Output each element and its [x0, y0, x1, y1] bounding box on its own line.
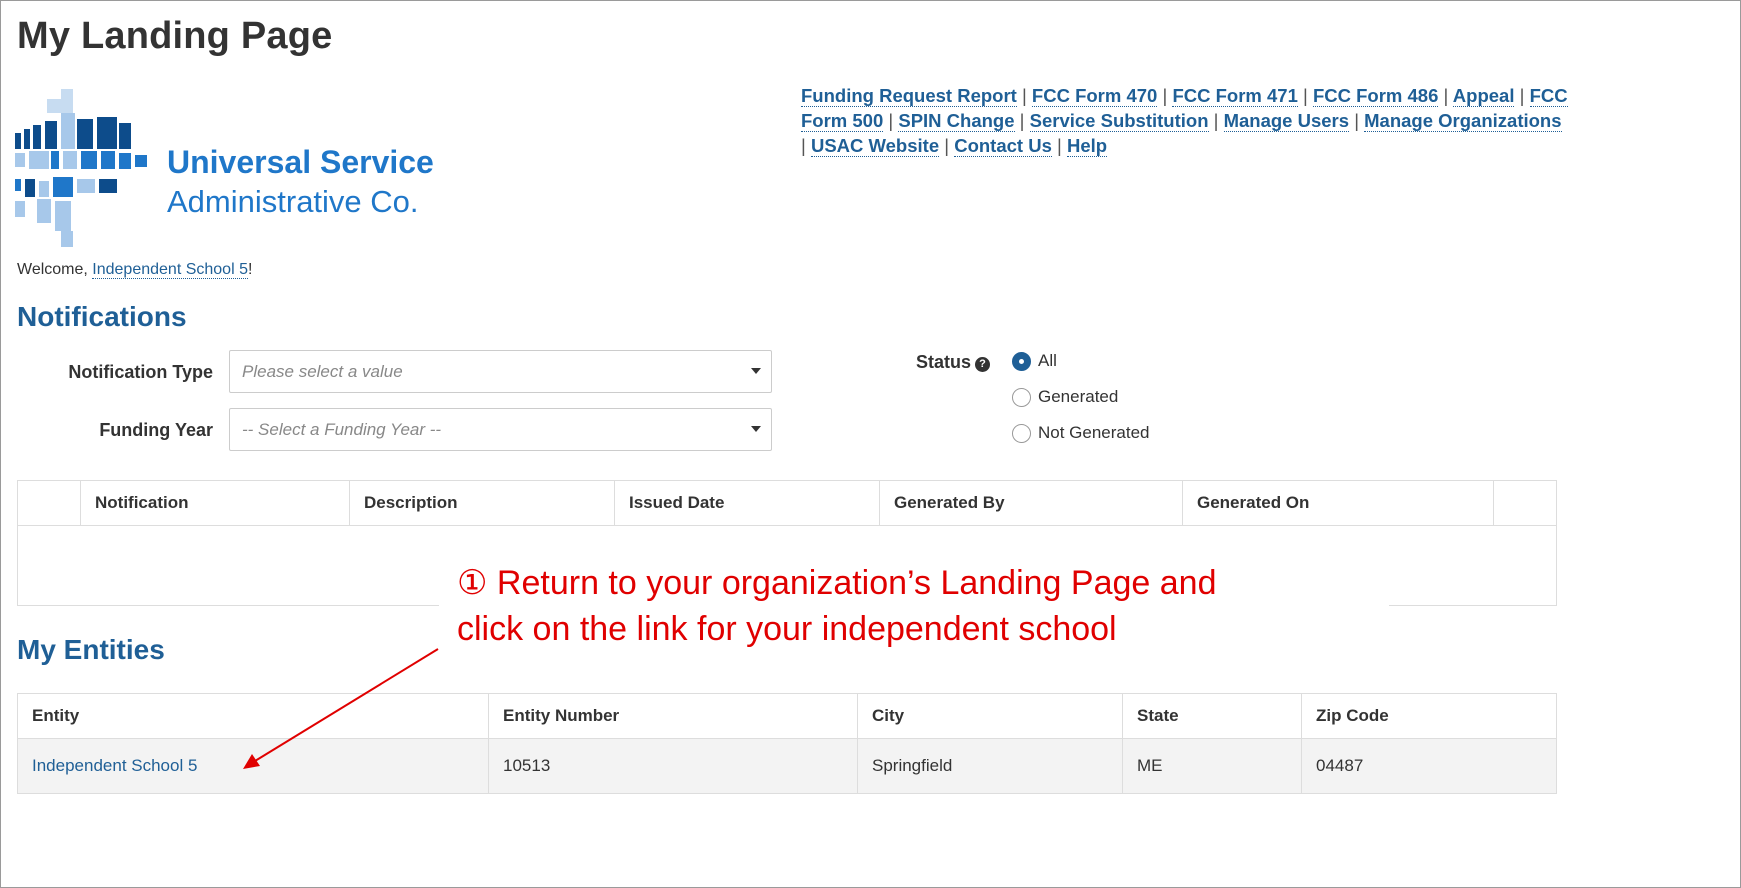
nav-link-contact-us[interactable]: Contact Us: [954, 135, 1052, 157]
nav-link-fcc-form-471[interactable]: FCC Form 471: [1172, 85, 1298, 107]
entity-number-cell: 10513: [488, 738, 858, 794]
funding-year-select[interactable]: -- Select a Funding Year --: [229, 408, 772, 451]
top-nav: Funding Request Report | FCC Form 470 | …: [801, 83, 1571, 158]
state-cell: ME: [1122, 738, 1302, 794]
funding-year-placeholder: -- Select a Funding Year --: [242, 420, 442, 439]
chevron-down-icon: [751, 426, 761, 432]
nav-separator: |: [1057, 135, 1062, 156]
column-header-generated-on[interactable]: Generated On: [1182, 480, 1494, 526]
nav-separator: |: [1021, 85, 1027, 106]
nav-link-fcc-form-486[interactable]: FCC Form 486: [1312, 85, 1439, 107]
nav-separator: |: [1213, 110, 1219, 131]
page-frame: My Landing Page Universal Service Admini…: [0, 0, 1741, 888]
column-header-actions: [1493, 480, 1557, 526]
nav-link-service-substitution[interactable]: Service Substitution: [1029, 110, 1209, 132]
step-number-marker: ①: [457, 564, 488, 602]
nav-separator: |: [1519, 85, 1525, 106]
welcome-user-link[interactable]: Independent School 5: [92, 261, 248, 279]
nav-separator: |: [888, 110, 894, 131]
nav-link-manage-users[interactable]: Manage Users: [1223, 110, 1350, 132]
column-header-entity[interactable]: Entity: [17, 693, 489, 739]
usac-logo-icon: [15, 89, 147, 247]
status-label-text: Status: [916, 352, 972, 372]
callout-line-1: ① Return to your organization’s Landing …: [457, 560, 1389, 606]
nav-link-fcc-form-470[interactable]: FCC Form 470: [1031, 85, 1158, 107]
notification-type-label: Notification Type: [68, 362, 213, 382]
notifications-header-row: Notification Description Issued Date Gen…: [17, 480, 1557, 526]
welcome-prefix: Welcome,: [17, 261, 93, 278]
entities-table: Entity Entity Number City State Zip Code…: [17, 693, 1557, 794]
nav-separator: |: [1443, 85, 1449, 106]
nav-link-usac-website[interactable]: USAC Website: [810, 135, 940, 157]
entities-header-row: Entity Entity Number City State Zip Code: [17, 693, 1557, 739]
my-entities-heading: My Entities: [17, 634, 165, 665]
table-row: Independent School 5 10513 Springfield M…: [17, 738, 1557, 794]
nav-separator: |: [1303, 85, 1308, 106]
status-radio-generated[interactable]: [1012, 388, 1031, 407]
column-header-generated-by[interactable]: Generated By: [879, 480, 1183, 526]
column-header-issued-date[interactable]: Issued Date: [614, 480, 880, 526]
instruction-callout: ① Return to your organization’s Landing …: [439, 558, 1389, 668]
nav-link-spin-change[interactable]: SPIN Change: [898, 110, 1015, 132]
nav-separator: |: [801, 135, 806, 156]
nav-link-manage-organizations[interactable]: Manage Organizations: [1364, 110, 1562, 132]
logo-name: Universal Service: [167, 144, 434, 180]
funding-year-label: Funding Year: [99, 420, 213, 440]
notification-type-select[interactable]: Please select a value: [229, 350, 772, 393]
status-option-all-label: All: [1038, 351, 1057, 370]
column-header-select: [17, 480, 81, 526]
help-icon[interactable]: ?: [975, 357, 991, 372]
column-header-notification[interactable]: Notification: [80, 480, 350, 526]
column-header-zip-code[interactable]: Zip Code: [1301, 693, 1557, 739]
status-option-generated-label: Generated: [1038, 387, 1119, 406]
welcome-suffix: !: [247, 261, 253, 278]
logo-subtitle: Administrative Co.: [167, 184, 419, 219]
nav-separator: |: [1354, 110, 1359, 131]
nav-link-help[interactable]: Help: [1066, 135, 1108, 157]
column-header-city[interactable]: City: [857, 693, 1123, 739]
entity-cell: Independent School 5: [17, 738, 489, 794]
column-header-description[interactable]: Description: [349, 480, 615, 526]
callout-text-2: click on the link for your independent s…: [457, 610, 1117, 648]
entity-link[interactable]: Independent School 5: [32, 756, 197, 775]
column-header-state[interactable]: State: [1122, 693, 1302, 739]
chevron-down-icon: [751, 368, 761, 374]
status-option-not-generated-label: Not Generated: [1038, 423, 1150, 442]
status-radio-not-generated[interactable]: [1012, 424, 1031, 443]
status-radio-all[interactable]: [1012, 352, 1031, 371]
nav-link-funding-request-report[interactable]: Funding Request Report: [801, 85, 1017, 107]
page-title: My Landing Page: [17, 15, 333, 57]
nav-separator: |: [1162, 85, 1168, 106]
callout-text-1: Return to your organization’s Landing Pa…: [487, 564, 1217, 602]
notifications-table: Notification Description Issued Date Gen…: [17, 480, 1557, 526]
nav-link-appeal[interactable]: Appeal: [1452, 85, 1515, 107]
welcome-message: Welcome, Independent School 5!: [17, 261, 252, 279]
notification-type-placeholder: Please select a value: [242, 362, 403, 381]
notifications-heading: Notifications: [17, 301, 187, 332]
city-cell: Springfield: [857, 738, 1123, 794]
zip-code-cell: 04487: [1301, 738, 1557, 794]
status-filter-label: Status?: [916, 352, 991, 373]
nav-separator: |: [1019, 110, 1025, 131]
column-header-entity-number[interactable]: Entity Number: [488, 693, 858, 739]
nav-separator: |: [944, 135, 950, 156]
